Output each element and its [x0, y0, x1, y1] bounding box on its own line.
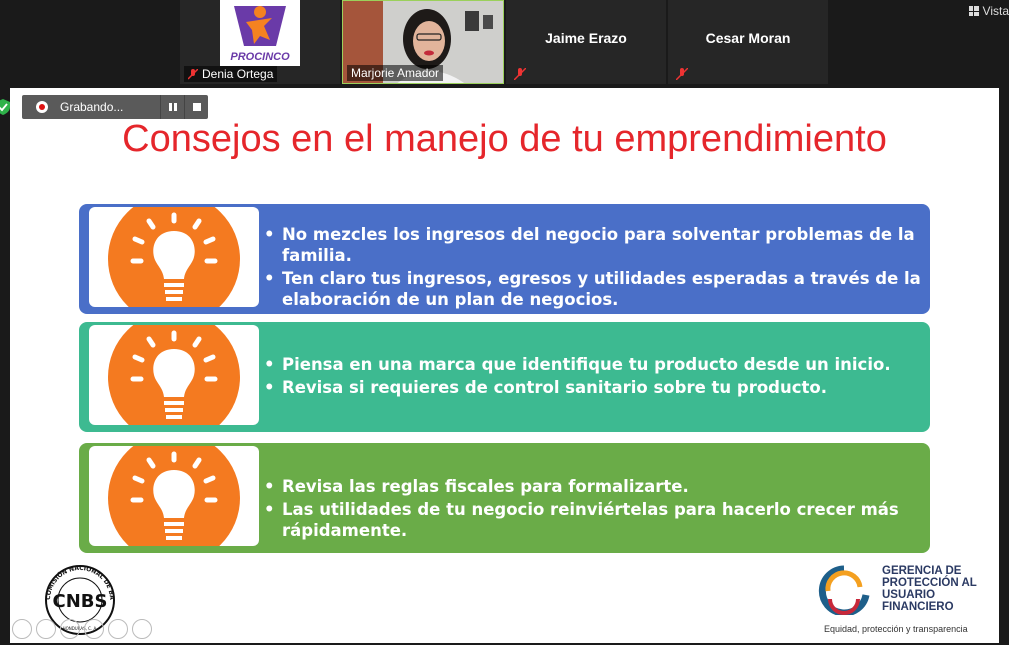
view-button[interactable]: Vista — [968, 4, 1009, 18]
participant-tile-jaime[interactable]: Jaime Erazo — [506, 0, 666, 84]
svg-text:CNBS: CNBS — [53, 591, 108, 612]
security-shield-icon — [0, 99, 10, 115]
stop-recording-button[interactable] — [184, 95, 208, 119]
participant-tile-cesar[interactable]: Cesar Moran — [668, 0, 828, 84]
tip-item: No mezcles los ingresos del negocio para… — [264, 224, 922, 266]
tip-item: Revisa si requieres de control sanitario… — [264, 377, 922, 398]
tip-list: Revisa las reglas fiscales para formaliz… — [264, 476, 922, 543]
participant-name: Cesar Moran — [705, 30, 791, 46]
tip-item: Las utilidades de tu negocio reinviértel… — [264, 499, 922, 541]
mic-muted-icon — [514, 68, 526, 80]
view-button-label: Vista — [982, 4, 1009, 18]
tip-panel-1: No mezcles los ingresos del negocio para… — [79, 204, 930, 314]
more-options-button[interactable] — [132, 619, 152, 639]
participant-name: Marjorie Amador — [351, 66, 440, 80]
procinco-logo: PROCINCO — [220, 0, 300, 66]
slide-nav-controls — [12, 619, 152, 639]
participant-name: Denia Ortega — [202, 67, 274, 81]
pause-recording-button[interactable] — [160, 95, 184, 119]
record-icon — [36, 101, 48, 113]
tip-item: Piensa en una marca que identifique tu p… — [264, 354, 922, 375]
participant-name-label: Marjorie Amador — [347, 65, 444, 81]
tip-list: No mezcles los ingresos del negocio para… — [264, 224, 922, 312]
grid-view-icon — [968, 6, 979, 16]
gpuf-tagline: Equidad, protección y transparencia — [824, 624, 968, 634]
tip-panel-2: Piensa en una marca que identifique tu p… — [79, 322, 930, 432]
slides-overview-button[interactable] — [84, 619, 104, 639]
tip-item: Revisa las reglas fiscales para formaliz… — [264, 476, 922, 497]
lightbulb-icon — [108, 207, 240, 307]
lightbulb-icon — [108, 446, 240, 546]
participant-tile-denia[interactable]: PROCINCO Denia Ortega — [180, 0, 340, 84]
gpuf-emblem — [818, 565, 870, 615]
lightbulb-icon — [108, 325, 240, 425]
participant-name: Jaime Erazo — [545, 30, 627, 46]
tip-list: Piensa en una marca que identifique tu p… — [264, 354, 922, 400]
svg-text:PROCINCO: PROCINCO — [230, 51, 290, 63]
prev-slide-button[interactable] — [12, 619, 32, 639]
participant-strip: PROCINCO Denia Ortega Marjorie Amador Ja… — [0, 0, 1009, 86]
tip-item: Ten claro tus ingresos, egresos y utilid… — [264, 268, 922, 310]
mic-muted-icon — [676, 68, 688, 80]
participant-tile-marjorie[interactable]: Marjorie Amador — [342, 0, 504, 84]
tip-panel-3: Revisa las reglas fiscales para formaliz… — [79, 443, 930, 553]
lightbulb-image — [89, 207, 259, 307]
pause-icon — [168, 103, 177, 111]
participant-name-label: Denia Ortega — [184, 66, 278, 82]
slide-title: Consejos en el manejo de tu emprendimien… — [122, 118, 887, 160]
mic-muted-icon — [188, 69, 198, 80]
gpuf-title: GERENCIA DE PROTECCIÓN AL USUARIO FINANC… — [882, 565, 977, 613]
zoom-button[interactable] — [108, 619, 128, 639]
gpuf-logo: GERENCIA DE PROTECCIÓN AL USUARIO FINANC… — [814, 565, 994, 640]
stop-icon — [192, 103, 201, 111]
pen-tool-button[interactable] — [60, 619, 80, 639]
next-slide-button[interactable] — [36, 619, 56, 639]
recording-indicator: Grabando... — [22, 95, 208, 119]
lightbulb-image — [89, 325, 259, 425]
recording-label: Grabando... — [60, 100, 124, 114]
lightbulb-image — [89, 446, 259, 546]
